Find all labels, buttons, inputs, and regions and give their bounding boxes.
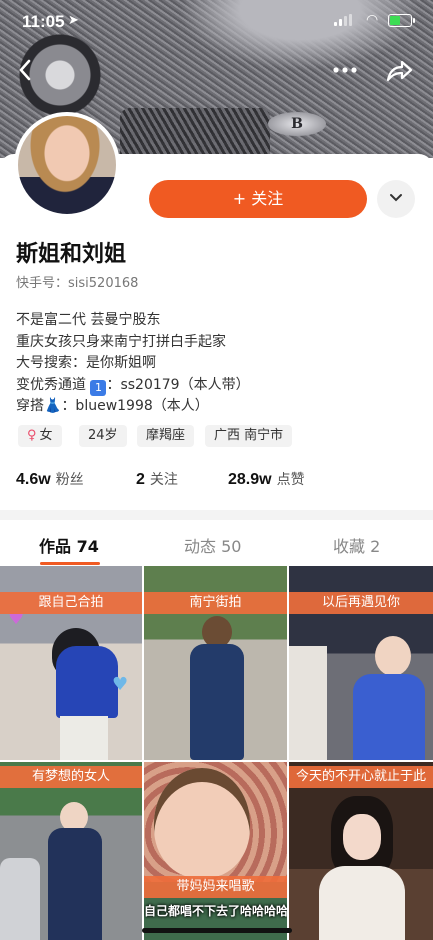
post-tile[interactable]: 今天的不开心就止于此 <box>289 762 433 940</box>
post-tile[interactable]: 以后再遇见你 <box>289 566 433 760</box>
bio-text: 穿搭 <box>16 398 44 414</box>
tab-works[interactable]: 作品 74 <box>39 533 99 557</box>
bio-text: ：bluew1998（本人） <box>61 398 209 414</box>
location-arrow-icon: ➤ <box>68 13 79 28</box>
post-tile[interactable]: 南宁街拍 <box>144 566 287 760</box>
more-button[interactable] <box>330 58 360 88</box>
follow-button[interactable]: + 关注 <box>149 180 367 218</box>
content-tabs: 作品 74 动态 50 收藏 2 <box>0 520 433 566</box>
heart-icon: ♥ <box>112 674 129 695</box>
stat-following[interactable]: 2 关注 <box>136 469 178 489</box>
tab-favorites[interactable]: 收藏 2 <box>333 533 380 557</box>
figure-car <box>0 858 40 940</box>
figure-head <box>375 636 411 676</box>
dropdown-button[interactable] <box>377 180 415 218</box>
status-time: 11:05 <box>22 12 65 31</box>
post-caption: 今天的不开心就止于此 <box>289 766 433 788</box>
keycap-one-icon: 1 <box>90 379 107 396</box>
tag-gender: ♀ 女 <box>18 425 62 447</box>
figure-face <box>154 768 250 878</box>
section-divider <box>0 510 433 520</box>
stat-value: 4.6w <box>16 471 51 488</box>
figure-body <box>319 866 405 940</box>
avatar[interactable] <box>14 112 120 218</box>
post-caption: 跟自己合拍 <box>0 592 142 614</box>
tag-age: 24岁 <box>79 425 127 447</box>
profile-bio: 不是富二代 芸曼宁股东 重庆女孩只身来南宁打拼白手起家 大号搜索：是你斯姐啊 变… <box>16 310 250 418</box>
figure-body <box>48 828 102 940</box>
bio-line: 大号搜索：是你斯姐啊 <box>16 355 156 371</box>
post-subtitle: 自己都唱不下去了哈哈哈哈 <box>144 904 287 918</box>
stat-likes[interactable]: 28.9w 点赞 <box>228 469 305 489</box>
profile-id: 快手号：sisi520168 <box>16 272 138 291</box>
tag-location: 广西 南宁市 <box>205 425 293 447</box>
cover-car-grille <box>120 108 270 158</box>
bio-text: 变优秀通道 <box>16 376 86 393</box>
tag-label: 女 <box>39 428 53 443</box>
dress-icon: 👗 <box>44 398 62 414</box>
tag-zodiac: 摩羯座 <box>137 425 195 447</box>
post-tile[interactable]: 有梦想的女人 <box>0 762 142 940</box>
home-indicator <box>142 928 292 933</box>
figure-body <box>56 646 118 718</box>
posts-grid: ♥ ♥ 跟自己合拍 南宁街拍 以后再遇见你 有梦想的女人 带妈妈来唱歌 自己都唱… <box>0 566 433 940</box>
post-tile[interactable]: 带妈妈来唱歌 自己都唱不下去了哈哈哈哈 <box>144 762 287 940</box>
chevron-left-icon <box>19 59 31 81</box>
ellipsis-icon <box>333 67 357 73</box>
bio-text: ：ss20179（本人带） <box>106 376 250 393</box>
bio-line: 变优秀通道 1 ：ss20179（本人带） <box>16 375 250 397</box>
tab-active-indicator <box>40 562 100 565</box>
wifi-icon: ◠ <box>366 12 379 28</box>
share-icon <box>386 60 413 82</box>
post-tile[interactable]: ♥ ♥ 跟自己合拍 <box>0 566 142 760</box>
profile-id-label: 快手号： <box>16 276 69 291</box>
post-caption: 以后再遇见你 <box>289 592 433 614</box>
stat-label: 点赞 <box>276 472 305 488</box>
female-icon: ♀ <box>27 428 37 443</box>
share-button[interactable] <box>384 58 414 88</box>
status-bar: 11:05 ➤ ◠ <box>0 0 433 44</box>
bio-line: 重庆女孩只身来南宁打拼白手起家 <box>16 333 226 350</box>
profile-name: 斯姐和刘姐 <box>16 242 127 267</box>
figure-legs <box>60 716 108 760</box>
stat-label: 关注 <box>149 472 178 488</box>
bio-line: 穿搭👗：bluew1998（本人） <box>16 396 250 418</box>
stat-label: 粉丝 <box>55 472 84 488</box>
profile-id-value[interactable]: sisi520168 <box>68 276 138 291</box>
figure-body <box>190 644 244 760</box>
bio-line: 不是富二代 芸曼宁股东 <box>16 312 161 328</box>
tab-moments[interactable]: 动态 50 <box>184 533 241 557</box>
post-caption: 有梦想的女人 <box>0 766 142 788</box>
chevron-down-icon <box>390 194 402 202</box>
figure-person-left <box>289 646 327 760</box>
cover-car-emblem: B <box>268 112 326 136</box>
figure-body <box>353 674 425 760</box>
stat-fans[interactable]: 4.6w 粉丝 <box>16 469 84 489</box>
back-button[interactable] <box>10 58 40 88</box>
post-caption: 南宁街拍 <box>144 592 287 614</box>
figure-face <box>343 814 381 860</box>
post-caption: 带妈妈来唱歌 <box>144 876 287 898</box>
stat-value: 2 <box>136 471 145 488</box>
signal-icon <box>334 14 352 26</box>
stat-value: 28.9w <box>228 471 272 488</box>
battery-icon <box>388 14 415 27</box>
